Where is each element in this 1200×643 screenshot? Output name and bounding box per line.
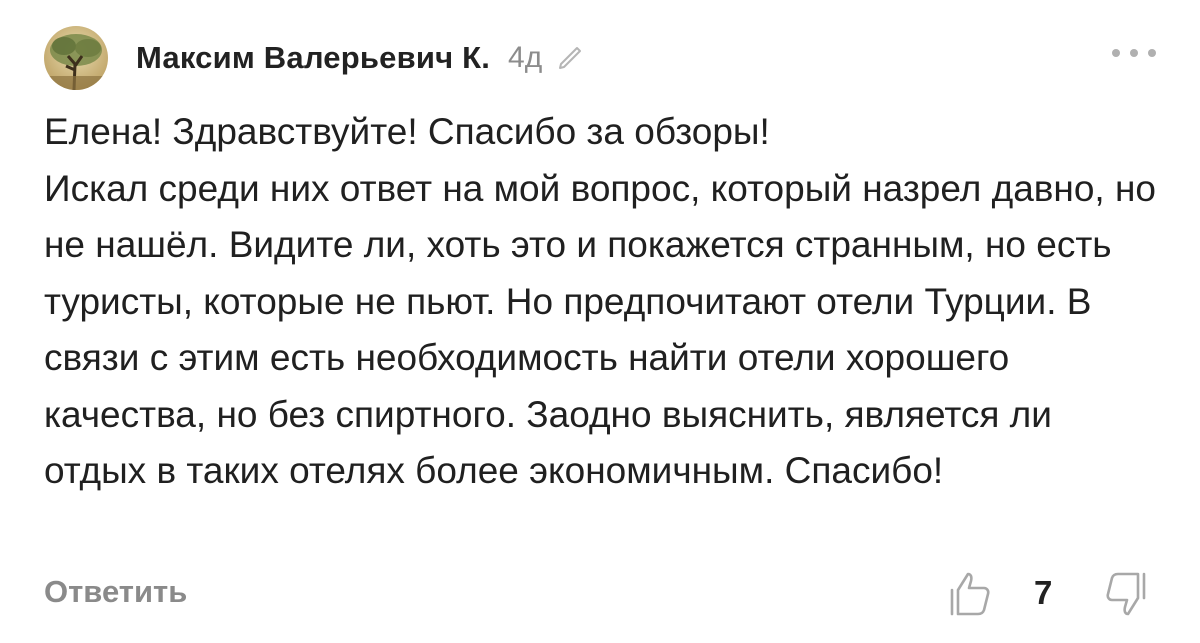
comment-header: Максим Валерьевич К. 4д (44, 26, 584, 90)
avatar[interactable] (44, 26, 108, 90)
comment-time: 4д (508, 41, 543, 74)
comment-text: Елена! Здравствуйте! Спасибо за обзоры! … (44, 111, 1157, 491)
pencil-icon (556, 44, 584, 72)
like-count: 7 (1034, 574, 1053, 611)
author-name[interactable]: Максим Валерьевич К. (136, 40, 490, 76)
comment-card: Максим Валерьевич К. 4д Елена! Здравству… (0, 0, 1200, 643)
thumb-down-icon[interactable] (1100, 568, 1152, 620)
reply-button[interactable]: Ответить (44, 574, 187, 610)
more-dots-icon[interactable] (1112, 43, 1156, 63)
thumb-up-icon[interactable] (944, 568, 996, 620)
